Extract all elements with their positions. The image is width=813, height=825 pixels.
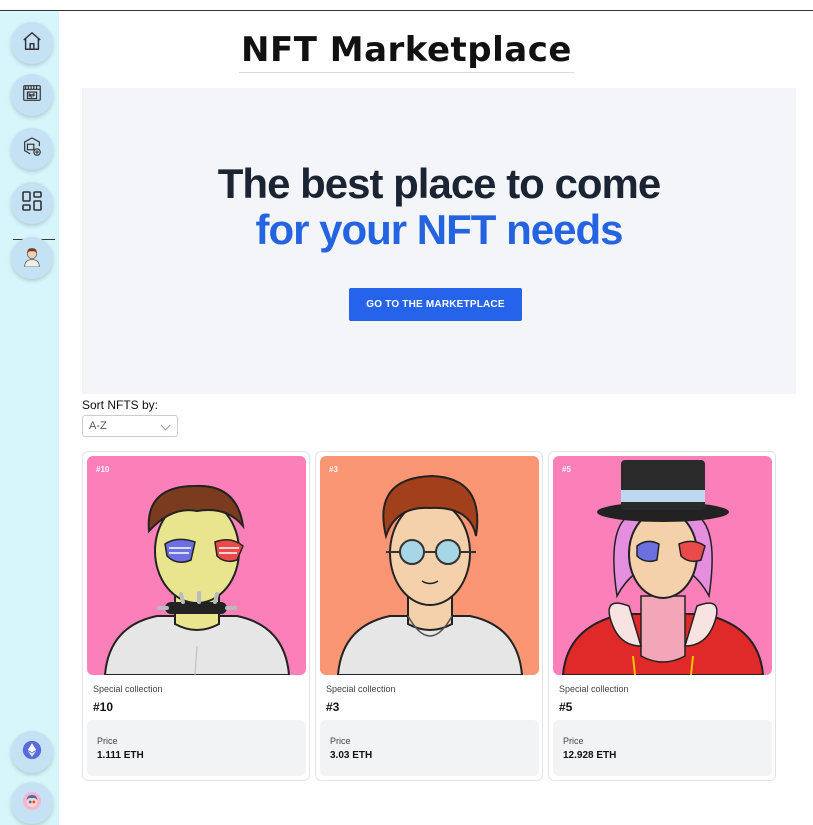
sidebar-item-profile[interactable] [11,237,53,279]
nft-collection: Special collection [93,684,163,694]
nft-name: #3 [326,700,340,714]
go-to-marketplace-button[interactable]: GO TO THE MARKETPLACE [349,288,522,321]
page-title-text: NFT Marketplace [239,30,574,73]
nft-card[interactable]: #10 Special collection #10 Price 1.111 E… [82,451,310,781]
grid-icon [20,189,44,218]
nft-image: #3 [320,456,539,675]
price-label: Price [97,736,118,746]
nft-name: #5 [559,700,573,714]
nft-collection: Special collection [559,684,629,694]
sort-select[interactable]: A-Z [82,415,178,437]
nft-image: #5 [553,456,772,675]
price-label: Price [563,736,584,746]
page-title: NFT Marketplace [0,30,813,73]
price-box: Price 1.111 ETH [87,720,306,776]
price-box: Price 3.03 ETH [320,720,539,776]
sidebar-item-marketplace[interactable] [11,74,53,116]
price-box: Price 12.928 ETH [553,720,772,776]
nft-card[interactable]: #5 Special collection #5 Price 12.928 ET… [548,451,776,781]
sidebar-item-wallet[interactable] [11,731,53,773]
user-avatar [21,790,43,817]
hero-banner: The best place to come for your NFT need… [82,88,796,394]
sidebar-item-account[interactable] [11,782,53,824]
price-value: 1.111 ETH [97,750,144,761]
nft-name: #10 [93,700,114,714]
nft-id-tag: #3 [329,465,338,474]
ethereum-icon [21,739,43,766]
hero-headline: The best place to come [217,160,661,207]
nft-store-icon [21,82,43,109]
nft-card[interactable]: #3 Special collection #3 Price 3.03 ETH [315,451,543,781]
nft-id-tag: #5 [562,465,571,474]
price-value: 3.03 ETH [330,750,373,761]
nft-id-tag: #10 [96,465,110,474]
price-label: Price [330,736,351,746]
nft-create-icon [21,136,43,163]
hero-subheadline: for your NFT needs [255,206,623,253]
price-value: 12.928 ETH [563,750,617,761]
sidebar-item-create[interactable] [11,128,53,170]
sort-label: Sort NFTS by: [82,398,159,412]
nft-image: #10 [87,456,306,675]
avatar [21,245,43,272]
sidebar-item-dashboard[interactable] [11,182,53,224]
sort-selected-value: A-Z [89,420,107,432]
chevron-down-icon [160,420,171,431]
top-border [0,10,813,11]
nft-collection: Special collection [326,684,396,694]
sidebar [0,11,59,825]
